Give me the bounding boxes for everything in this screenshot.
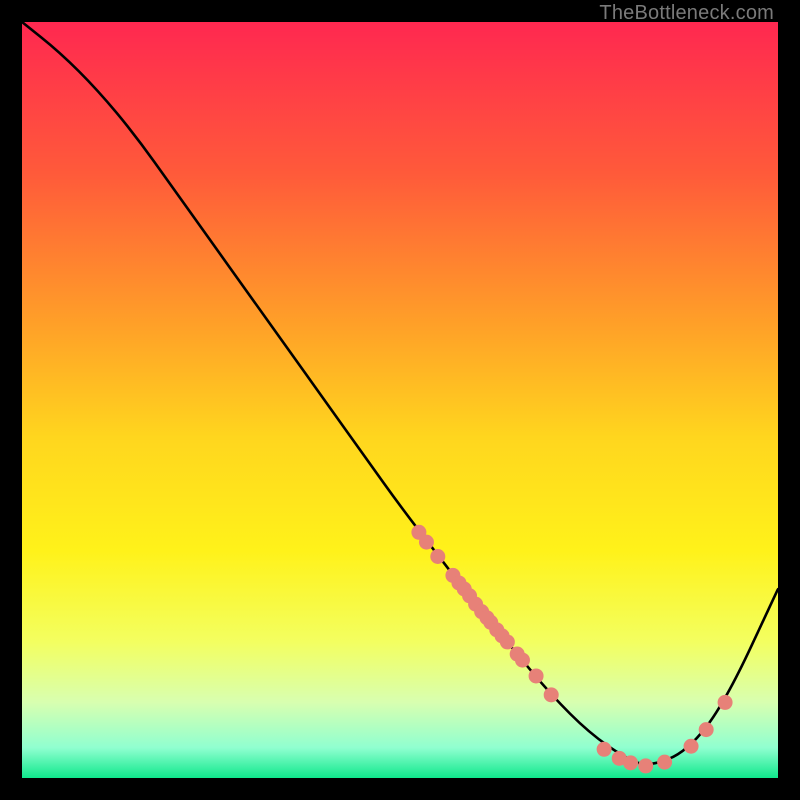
marker-dot xyxy=(430,549,445,564)
marker-dot xyxy=(419,535,434,550)
marker-dot xyxy=(699,722,714,737)
marker-dot xyxy=(684,739,699,754)
bottleneck-chart xyxy=(22,22,778,778)
marker-dot xyxy=(638,758,653,773)
marker-dot xyxy=(657,755,672,770)
marker-dot xyxy=(544,687,559,702)
marker-dot xyxy=(515,653,530,668)
chart-frame xyxy=(22,22,778,778)
marker-dot xyxy=(597,742,612,757)
marker-dot xyxy=(718,695,733,710)
marker-dot xyxy=(623,755,638,770)
marker-dot xyxy=(529,668,544,683)
marker-dot xyxy=(500,634,515,649)
